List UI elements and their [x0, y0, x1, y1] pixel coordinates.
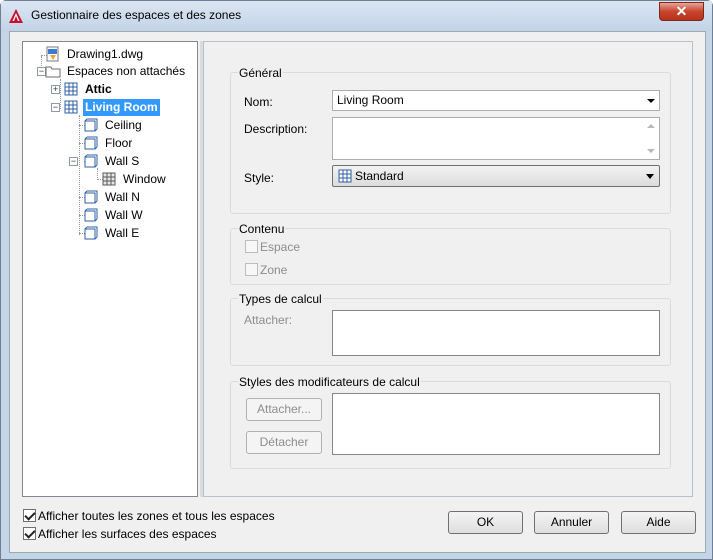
expand-toggle[interactable]: +: [51, 85, 60, 94]
space-icon: [84, 226, 98, 240]
tree-item-window[interactable]: Window: [101, 171, 168, 188]
calc-mods-group-title: Styles des modificateurs de calcul: [238, 375, 421, 389]
espace-checkbox[interactable]: [245, 240, 258, 253]
show-all-checkbox[interactable]: [23, 509, 36, 522]
detach-modifier-button[interactable]: Détacher: [246, 431, 322, 454]
show-all-label: Afficher toutes les zones et tous les es…: [38, 509, 275, 523]
drawing-file-icon: [46, 46, 59, 62]
tree-item-floor[interactable]: Floor: [83, 135, 134, 152]
space-icon: [84, 136, 98, 150]
tree-item-wall-n[interactable]: Wall N: [83, 189, 142, 206]
chevron-down-icon: [646, 174, 654, 179]
space-icon: [84, 190, 98, 204]
help-button[interactable]: Aide: [621, 511, 696, 534]
tree-item-label: Wall S: [105, 154, 140, 168]
close-button[interactable]: ✕: [659, 2, 704, 21]
tree-item-drawing[interactable]: Drawing1.dwg: [45, 46, 145, 63]
space-icon: [84, 208, 98, 222]
space-tree[interactable]: Drawing1.dwg − Espaces non attachés + At…: [22, 41, 198, 497]
tree-item-label: Ceiling: [105, 118, 142, 132]
description-textarea[interactable]: [332, 117, 660, 160]
tree-item-label: Floor: [105, 136, 133, 150]
tree-item-attic[interactable]: Attic: [63, 81, 114, 98]
autocad-app-icon: [9, 9, 23, 23]
space-zone-manager-dialog: Gestionnaire des espaces et des zones ✕: [0, 0, 713, 560]
tree-item-living-room[interactable]: Living Room: [63, 99, 160, 116]
attach-modifier-button[interactable]: Attacher...: [246, 398, 322, 421]
tree-item-label: Drawing1.dwg: [67, 47, 144, 61]
window-title: Gestionnaire des espaces et des zones: [31, 8, 242, 22]
style-label: Style:: [244, 171, 275, 185]
name-combobox[interactable]: Living Room: [332, 90, 660, 111]
style-combobox[interactable]: Standard: [332, 165, 660, 187]
zone-icon: [64, 82, 78, 96]
tree-item-label: Espaces non attachés: [67, 64, 186, 78]
description-scrollbar[interactable]: [643, 118, 659, 159]
calc-types-group-title: Types de calcul: [238, 292, 323, 306]
folder-icon: [45, 66, 61, 78]
tree-item-wall-s[interactable]: Wall S: [83, 153, 141, 170]
zone-checkbox[interactable]: [245, 263, 258, 276]
name-label: Nom:: [244, 95, 273, 109]
espace-checkbox-label: Espace: [260, 240, 301, 254]
window-icon: [102, 172, 116, 186]
show-surfaces-checkbox[interactable]: [23, 527, 36, 540]
space-icon: [84, 154, 98, 168]
dialog-body: Drawing1.dwg − Espaces non attachés + At…: [9, 31, 706, 553]
zone-checkbox-label: Zone: [260, 263, 288, 277]
tree-item-wall-w[interactable]: Wall W: [83, 207, 145, 224]
properties-panel: Général Nom: Living Room Description: St…: [203, 41, 693, 497]
tree-item-wall-e[interactable]: Wall E: [83, 225, 141, 242]
collapse-toggle[interactable]: −: [51, 103, 60, 112]
description-label: Description:: [244, 122, 308, 136]
tree-item-label: Window: [123, 172, 166, 186]
contenu-group: [230, 228, 671, 285]
show-surfaces-label: Afficher les surfaces des espaces: [38, 527, 217, 541]
chevron-down-icon: [647, 99, 655, 103]
space-icon: [84, 118, 98, 132]
tree-item-ceiling[interactable]: Ceiling: [83, 117, 144, 134]
collapse-toggle[interactable]: −: [69, 157, 78, 166]
tree-item-label: Attic: [85, 82, 112, 96]
tree-item-unattached-spaces[interactable]: Espaces non attachés: [45, 63, 187, 80]
close-icon: ✕: [675, 3, 688, 19]
name-value: Living Room: [337, 93, 404, 107]
general-group-title: Général: [238, 66, 283, 80]
contenu-group-title: Contenu: [238, 222, 286, 236]
tree-item-label: Living Room: [83, 99, 160, 116]
scroll-up-icon: [647, 124, 655, 128]
tree-item-label: Wall E: [105, 226, 140, 240]
calc-types-list[interactable]: [332, 310, 660, 356]
scroll-down-icon: [647, 149, 655, 153]
calc-mods-list[interactable]: [332, 393, 660, 455]
zone-style-icon: [338, 169, 352, 183]
tree-item-label: Wall N: [105, 190, 140, 204]
ok-button[interactable]: OK: [448, 511, 523, 534]
style-value: Standard: [355, 169, 404, 183]
zone-icon: [64, 100, 78, 114]
cancel-button[interactable]: Annuler: [534, 511, 609, 534]
tree-item-label: Wall W: [105, 208, 143, 222]
title-bar: Gestionnaire des espaces et des zones ✕: [1, 1, 712, 31]
attach-label: Attacher:: [244, 313, 293, 327]
